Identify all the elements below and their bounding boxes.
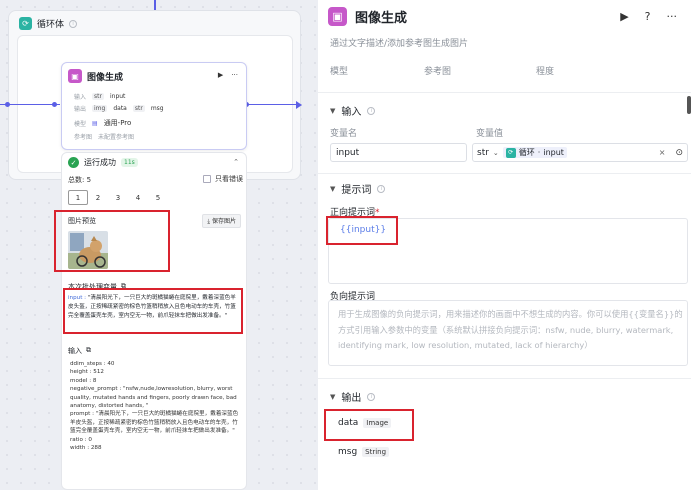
workflow-canvas[interactable]: ⟳ 循环体 i ▣ 图像生成 ▶ ··· 输入 str input 输出 img d… xyxy=(0,0,318,490)
node-config-panel: ▣ 图像生成 ▶ ? ··· 通过文字描述/添加参考图生成图片 模型 参考图 程… xyxy=(318,0,691,490)
batch-pager: 1 2 3 4 5 xyxy=(68,190,168,205)
total-count: 总数: 5 xyxy=(68,176,92,184)
divider xyxy=(318,92,691,93)
var-name-label: 变量名 xyxy=(330,129,358,139)
checkbox[interactable] xyxy=(203,175,211,183)
target-icon[interactable]: ⊙ xyxy=(675,148,683,158)
only-errors-toggle[interactable]: 只看错误 xyxy=(203,174,243,184)
type-select[interactable]: str xyxy=(477,148,489,158)
page-1[interactable]: 1 xyxy=(68,190,88,205)
input-item: negative_prompt : "nsfw,nude,lowresoluti… xyxy=(70,386,237,410)
connector-out xyxy=(248,104,296,105)
batch-vars-title: 本次批处理变量 ⧉ xyxy=(68,282,126,292)
preview-image[interactable] xyxy=(68,231,108,269)
loop-header: ⟳ 循环体 i xyxy=(19,17,78,30)
info-icon[interactable]: i xyxy=(69,19,78,28)
info-icon: i xyxy=(367,106,376,115)
duration-badge: 11s xyxy=(121,158,138,167)
input-item: ratio : 0 xyxy=(70,436,92,443)
collapse-icon: ▼ xyxy=(330,392,336,401)
config-columns: 模型 参考图 程度 xyxy=(330,67,555,77)
positive-prompt-value: {{input}} xyxy=(340,225,387,235)
more-icon[interactable]: ··· xyxy=(667,10,678,23)
run-status[interactable]: ✓ 运行成功 11s xyxy=(68,157,138,168)
input-item: height : 512 xyxy=(70,369,104,376)
negative-prompt-placeholder: 用于生成图像的负向提示词，用来描述你的画面中不想生成的内容。你可以使用{{变量名… xyxy=(338,309,683,350)
image-icon: ▣ xyxy=(68,69,82,83)
chevron-up-icon[interactable]: ⌃ xyxy=(233,158,239,166)
input-item: prompt : "清晨阳光下，一只巨大的斑橘猫蜷在庭院里，戴着深蓝色羊皮头盔，… xyxy=(70,411,239,435)
input-item: model : 8 xyxy=(70,377,97,384)
panel-description: 通过文字描述/添加参考图生成图片 xyxy=(330,39,469,49)
node-row-reference: 参考图 未配置参考图 xyxy=(74,134,135,141)
panel-title: 图像生成 xyxy=(355,11,408,26)
download-icon: ⤓ xyxy=(207,218,211,225)
preview-title: 图片预览 xyxy=(68,217,96,225)
input-item: ddim_steps : 40 xyxy=(70,361,115,367)
var-name-input[interactable]: input xyxy=(330,143,467,162)
info-icon: i xyxy=(377,184,386,193)
copy-icon[interactable]: ⧉ xyxy=(86,346,91,356)
node-row-output: 输出 img data str msg xyxy=(74,105,164,113)
page-5[interactable]: 5 xyxy=(148,190,168,205)
divider xyxy=(318,378,691,379)
node-row-input: 输入 str input xyxy=(74,93,126,101)
collapse-icon: ▼ xyxy=(330,184,336,193)
loop-icon: ⟳ xyxy=(505,147,516,158)
node-title: 图像生成 xyxy=(87,72,124,83)
input-item: width : 288 xyxy=(70,445,102,452)
port-dot[interactable] xyxy=(52,102,57,107)
connector-top xyxy=(154,0,156,10)
panel-header: ▣ 图像生成 xyxy=(328,7,407,26)
loop-title: 循环体 xyxy=(37,20,65,30)
node-row-model: 模型 ▤ 通用-Pro xyxy=(74,119,132,128)
connector-arrow xyxy=(296,101,302,109)
image-gen-node[interactable]: ▣ 图像生成 ▶ ··· 输入 str input 输出 img data str m… xyxy=(61,62,247,150)
node-header: ▣ 图像生成 xyxy=(68,69,123,83)
model-icon: ▤ xyxy=(92,119,98,127)
info-icon: i xyxy=(367,392,376,401)
divider xyxy=(318,173,691,174)
clear-icon[interactable]: × xyxy=(659,148,666,157)
var-reference-chip[interactable]: ⟳ 循环 · input xyxy=(502,147,567,158)
inputs-title: 输入 ⧉ xyxy=(68,346,91,356)
collapse-icon: ▼ xyxy=(330,106,336,115)
scrollbar[interactable] xyxy=(687,96,691,114)
loop-icon: ⟳ xyxy=(19,17,32,30)
play-icon[interactable]: ▶ xyxy=(620,10,628,23)
var-value-field[interactable]: str ⌄ ⟳ 循环 · input × ⊙ xyxy=(472,143,688,162)
chevron-down-icon[interactable]: ⌄ xyxy=(493,149,499,157)
inputs-list: ddim_steps : 40 height : 512 model : 8 n… xyxy=(70,360,240,452)
positive-prompt-label: 正向提示词* xyxy=(330,208,380,218)
output-item-data: data Image xyxy=(338,418,392,428)
play-icon[interactable]: ▶ xyxy=(218,71,223,79)
image-icon: ▣ xyxy=(328,7,347,26)
var-value-label: 变量值 xyxy=(476,129,504,139)
input-section-header[interactable]: ▼ 输入 i xyxy=(330,103,376,118)
copy-icon[interactable]: ⧉ xyxy=(121,282,126,292)
page-3[interactable]: 3 xyxy=(108,190,128,205)
save-image-button[interactable]: ⤓ 保存图片 xyxy=(202,214,241,228)
output-item-msg: msg String xyxy=(338,447,390,457)
prompt-section-header[interactable]: ▼ 提示词 i xyxy=(330,181,386,196)
port-dot[interactable] xyxy=(5,102,10,107)
help-icon[interactable]: ? xyxy=(645,10,651,23)
batch-vars-content: input : "清晨阳光下，一只巨大的斑橘猫蜷在庭院里，戴着深蓝色羊皮头盔，正… xyxy=(68,295,236,319)
page-2[interactable]: 2 xyxy=(88,190,108,205)
output-section-header[interactable]: ▼ 输出 i xyxy=(330,389,376,404)
more-icon[interactable]: ··· xyxy=(231,71,238,79)
success-icon: ✓ xyxy=(68,157,79,168)
page-4[interactable]: 4 xyxy=(128,190,148,205)
run-result-panel: ✓ 运行成功 11s ⌃ 总数: 5 只看错误 1 2 3 4 5 图片预览 ⤓… xyxy=(61,152,247,490)
